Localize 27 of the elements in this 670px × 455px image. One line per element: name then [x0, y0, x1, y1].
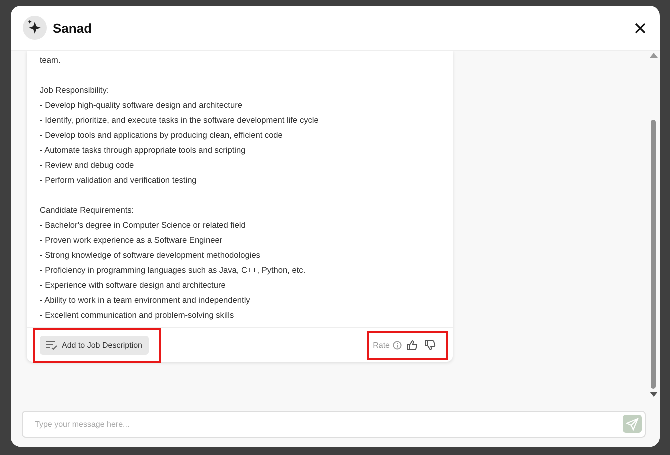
message-line: Job Responsibility: — [40, 84, 110, 97]
scrollbar[interactable] — [649, 51, 658, 399]
message-line: - Develop tools and applications by producing clean, efficient code — [40, 129, 284, 142]
message-line: - Proven work experience as a Software Engineer — [40, 234, 224, 247]
message-line: - Perform validation and verification testing — [40, 174, 198, 187]
message-line: team. — [40, 54, 62, 67]
message-line: - Automate tasks through appropriate tools and scripting — [40, 144, 247, 157]
window-title: Sanad — [53, 20, 92, 36]
thumbs-down-icon[interactable] — [423, 340, 438, 350]
message-line: - Review and debug code — [40, 159, 136, 172]
sparkle-icon — [23, 16, 47, 40]
add-to-job-description-button[interactable]: Add to Job Description — [40, 336, 148, 354]
checklist-icon — [46, 340, 58, 350]
message-line: - Ability to work in a team environment and independently — [40, 294, 252, 307]
message-line: - Experience with software design and architecture — [40, 279, 227, 292]
close-button[interactable] — [633, 20, 648, 36]
info-icon — [393, 340, 402, 350]
message-line: - Excellent communication and problem-solving skills — [40, 309, 236, 322]
thumbs-up-icon[interactable] — [405, 340, 420, 350]
message-input[interactable]: Type your message here... — [22, 411, 646, 438]
message-line: - Identify, prioritize, and execute tasks in the software development life cycle — [40, 114, 320, 127]
message-line: - Strong knowledge of software development methodologies — [40, 249, 262, 262]
message-line: - Develop high-quality software design and architecture — [40, 99, 244, 112]
rate-label: Rate — [373, 340, 390, 350]
message-line: - Bachelor's degree in Computer Science or related field — [40, 219, 247, 232]
message-line: - Proficiency in programming languages such as Java, C++, Python, etc. — [40, 264, 307, 277]
message-line: Candidate Requirements: — [40, 204, 136, 217]
